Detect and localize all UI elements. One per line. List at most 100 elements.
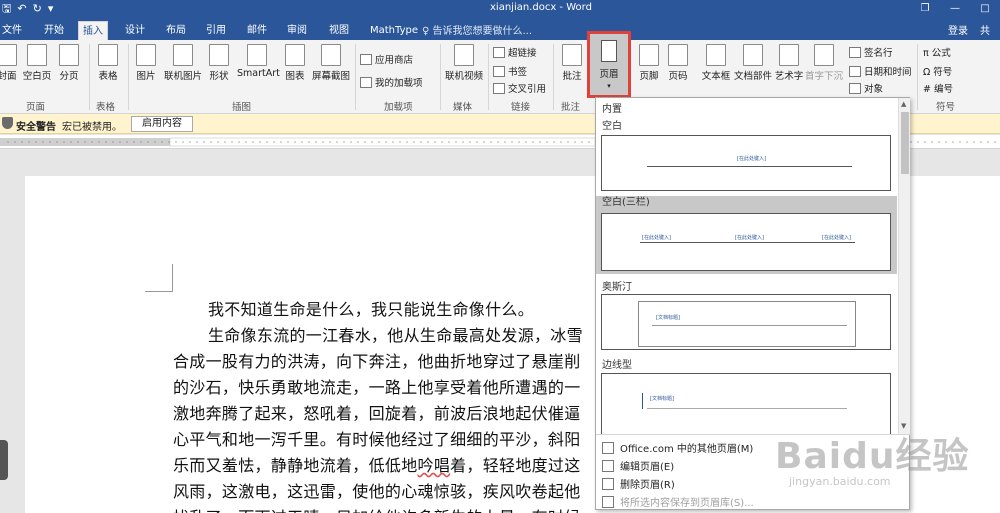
dropcap-button[interactable]: 首字下沉	[805, 44, 843, 82]
online-video-button[interactable]: 联机视频	[444, 44, 484, 82]
tab-file[interactable]: 文件	[0, 21, 26, 40]
screenshot-button[interactable]: 屏幕截图	[311, 44, 351, 82]
tab-mailings[interactable]: 邮件	[243, 21, 271, 40]
gallery-item-austin[interactable]: [文档标题]	[601, 294, 891, 350]
gallery-scroll-area: 内置 空白 [在此处键入] 空白(三栏) [在此处键入] [在此处键入] [在此…	[596, 98, 911, 434]
word-window: 🖫 ↶ ↻ ▾ xianjian.docx - Word ❐ — □ 文件 开始…	[0, 0, 1000, 513]
save-icon[interactable]: 🖫	[2, 1, 11, 17]
gallery-item-blank[interactable]: [在此处键入]	[601, 135, 891, 191]
group-label-symbols: 符号	[936, 102, 956, 113]
maximize-icon[interactable]: □	[970, 0, 1000, 18]
redo-icon[interactable]: ↻	[33, 1, 42, 17]
enable-content-button[interactable]: 启用内容	[131, 116, 193, 132]
cross-reference-icon	[493, 82, 505, 94]
tab-insert[interactable]: 插入	[78, 21, 108, 40]
chart-button[interactable]: 图表	[283, 44, 307, 82]
comment-icon	[562, 44, 582, 66]
header-line	[647, 166, 852, 167]
comment-button[interactable]: 批注	[559, 44, 585, 82]
page-break-button[interactable]: 分页	[56, 44, 82, 82]
group-separator	[128, 44, 129, 110]
blank-page-button[interactable]: 空白页	[22, 44, 52, 82]
header-line	[640, 242, 855, 243]
tab-mathtype[interactable]: MathType	[366, 21, 422, 40]
placeholder-text: [在此处键入]	[737, 156, 766, 162]
minimize-icon[interactable]: —	[940, 0, 970, 18]
doc-line: 心平气和地一泻千里。有时候他经过了细细的平沙，斜阳	[173, 430, 581, 449]
store-button[interactable]: 应用商店	[360, 52, 413, 66]
addins-icon	[360, 76, 372, 88]
customize-qat-icon[interactable]: ▾	[48, 1, 54, 17]
wordart-button[interactable]: 艺术字	[774, 44, 804, 82]
scroll-up-icon[interactable]: ▲	[901, 100, 906, 108]
group-label-pages: 页面	[26, 102, 46, 113]
object-icon	[849, 82, 861, 94]
group-separator	[89, 44, 90, 110]
remove-header-item[interactable]: 删除页眉(R)	[602, 476, 675, 491]
my-addins-button[interactable]: 我的加载项	[360, 75, 423, 89]
page-number-icon	[668, 44, 688, 66]
side-handle	[0, 440, 8, 480]
footer-icon	[639, 44, 659, 66]
picture-icon	[136, 44, 156, 66]
online-picture-button[interactable]: 联机图片	[162, 44, 204, 82]
bookmark-button[interactable]: 书签	[493, 64, 527, 78]
undo-icon[interactable]: ↶	[17, 1, 26, 17]
header-line	[652, 325, 847, 326]
hyperlink-button[interactable]: 超链接	[493, 45, 537, 59]
gallery-item-label: 奥斯汀	[602, 282, 632, 293]
tab-review[interactable]: 审阅	[283, 21, 311, 40]
tab-view[interactable]: 视图	[325, 21, 353, 40]
scrollbar-thumb[interactable]	[901, 112, 909, 174]
number-button[interactable]: # 编号	[923, 81, 953, 95]
share-button[interactable]: 共	[980, 22, 990, 37]
doc-line: 乐而又羞怯，静静地流着，低低地吟唱着，轻轻地度过这	[173, 456, 581, 475]
video-icon	[454, 44, 474, 66]
equation-button[interactable]: π 公式	[923, 45, 951, 59]
ribbon-display-icon[interactable]: ❐	[910, 0, 940, 18]
doc-line: 我不知道生命是什么，我只能说生命像什么。	[208, 300, 535, 319]
cross-reference-button[interactable]: 交叉引用	[493, 81, 546, 95]
tab-design[interactable]: 设计	[121, 21, 149, 40]
header-button[interactable]: 页眉 ▾	[587, 31, 631, 98]
table-button[interactable]: 表格	[96, 44, 120, 82]
smartart-button[interactable]: SmartArt	[237, 44, 280, 79]
object-button[interactable]: 对象	[849, 81, 883, 95]
page-number-button[interactable]: 页码	[665, 44, 691, 82]
more-headers-office-item[interactable]: Office.com 中的其他页眉(M)	[602, 440, 753, 455]
window-controls: ❐ — □	[910, 0, 1000, 18]
shield-icon	[2, 117, 13, 129]
header-icon	[601, 40, 617, 62]
picture-button[interactable]: 图片	[134, 44, 158, 82]
page-break-icon	[59, 44, 79, 66]
smartart-icon	[247, 44, 267, 66]
tab-references[interactable]: 引用	[202, 21, 230, 40]
group-label-media: 媒体	[453, 102, 473, 113]
group-separator	[440, 44, 441, 110]
group-label-addins: 加载项	[384, 102, 413, 113]
shapes-icon	[209, 44, 229, 66]
gallery-scrollbar[interactable]: ▲ ▼	[898, 98, 910, 434]
doc-parts-button[interactable]: 文档部件	[733, 44, 773, 82]
tell-me-search[interactable]: ♀ 告诉我您想要做什么...	[422, 22, 532, 37]
footer-button[interactable]: 页脚	[636, 44, 662, 82]
ribbon-tabs: 文件 开始 插入 设计 布局 引用 邮件 审阅 视图 MathType ♀ 告诉…	[0, 18, 1000, 40]
doc-line: 激地奔腾了起来，怒吼着，回旋着，前波后浪地起伏催逼	[173, 404, 581, 423]
placeholder-text: [在此处键入]	[822, 235, 851, 241]
gallery-item-sideline[interactable]: [文档标题]	[601, 373, 891, 434]
date-time-button[interactable]: 日期和时间	[849, 64, 912, 78]
tab-home[interactable]: 开始	[40, 21, 68, 40]
group-separator	[553, 44, 554, 110]
save-gallery-icon	[602, 495, 614, 508]
signature-line-button[interactable]: 签名行	[849, 45, 893, 59]
spelling-error[interactable]: 吟唱	[418, 456, 451, 475]
tab-layout[interactable]: 布局	[162, 21, 190, 40]
gallery-item-label: 空白	[602, 121, 622, 132]
shapes-button[interactable]: 形状	[206, 44, 232, 82]
textbox-button[interactable]: 文本框	[700, 44, 732, 82]
sign-in-link[interactable]: 登录	[948, 22, 968, 37]
edit-header-item[interactable]: 编辑页眉(E)	[602, 458, 674, 473]
symbol-button[interactable]: Ω 符号	[923, 64, 952, 78]
cover-page-button[interactable]: 封面	[0, 44, 18, 82]
gallery-item-blank-three-column[interactable]: [在此处键入] [在此处键入] [在此处键入]	[601, 213, 891, 271]
